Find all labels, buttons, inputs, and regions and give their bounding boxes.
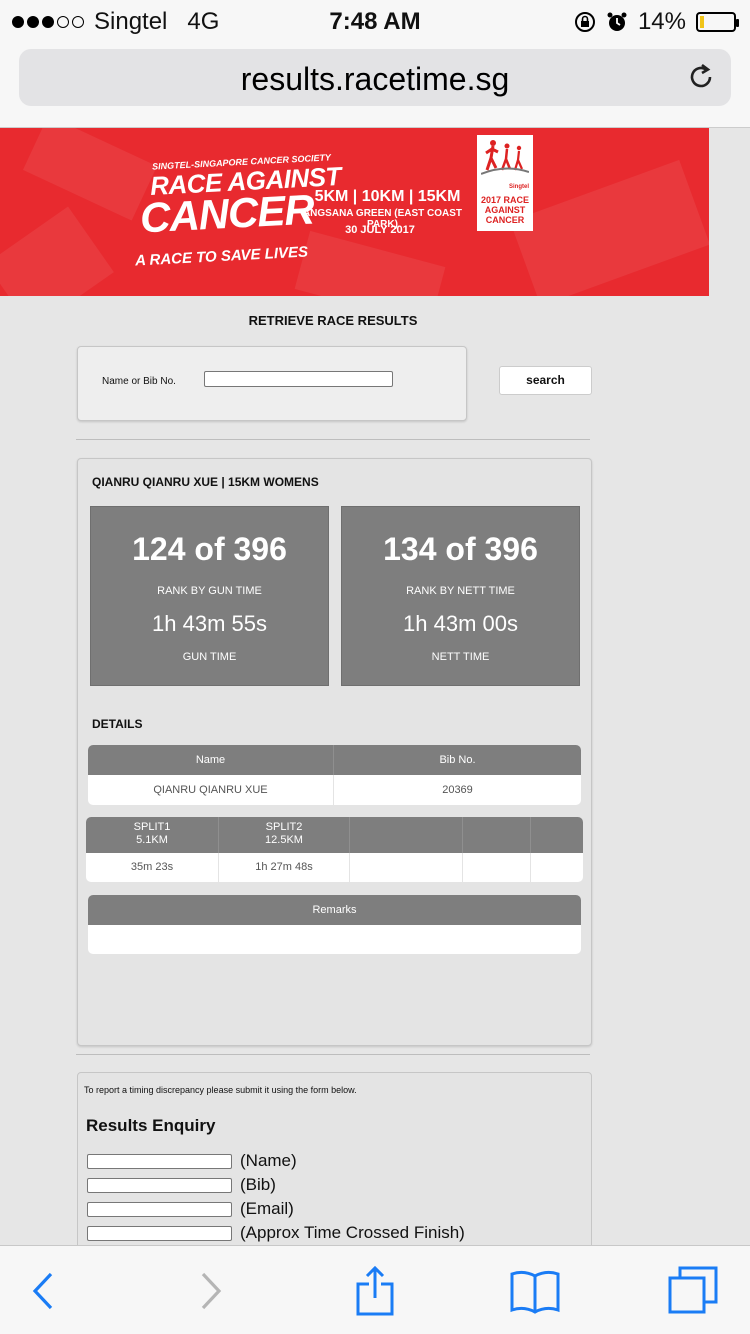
table-row [88,925,581,954]
split2-distance: 12.5KM [265,834,303,846]
banner-tagline: A RACE TO SAVE LIVES [134,243,309,270]
address-bar[interactable]: results.racetime.sg [19,49,731,106]
enquiry-bib-label: (Bib) [240,1175,276,1194]
remarks-table: Remarks [88,895,581,954]
share-icon[interactable] [350,1266,400,1316]
enquiry-name-field[interactable] [87,1153,232,1169]
enquiry-name-label: (Name) [240,1151,297,1170]
battery-percent: 14% [637,8,686,35]
divider [76,439,590,440]
nett-time-label: NETT TIME [431,651,490,663]
enquiry-email-label: (Email) [240,1199,294,1218]
cell-split3 [350,853,463,882]
header-split4 [463,817,531,853]
table-header: Name Bib No. [88,745,581,775]
event-banner: SINGTEL-SINGAPORE CANCER SOCIETY RACE AG… [0,128,709,296]
page-title: RETRIEVE RACE RESULTS [248,313,418,328]
banner-title-line2: CANCER [138,185,315,242]
nett-time-card: 134 of 396 RANK BY NETT TIME 1h 43m 00s … [341,506,580,686]
enquiry-time-field[interactable] [87,1225,232,1241]
url-text[interactable]: results.racetime.sg [19,61,731,98]
nett-time: 1h 43m 00s [403,611,518,636]
enquiry-title: Results Enquiry [86,1116,216,1135]
table-header: SPLIT1 5.1KM SPLIT2 12.5KM [86,817,583,853]
enquiry-time-row: (Approx Time Crossed Finish) [87,1222,465,1244]
runner-title: QIANRU QIANRU XUE | 15KM WOMENS [92,475,319,489]
cell-split5 [531,853,583,882]
search-input[interactable] [204,371,393,387]
header-split2: SPLIT2 12.5KM [219,817,350,853]
runners-icon [481,138,529,176]
alarm-icon [607,12,627,31]
cell-name: QIANRU QIANRU XUE [88,775,334,805]
enquiry-bib-field[interactable] [87,1177,232,1193]
split2-name: SPLIT2 [265,821,303,833]
enquiry-name-row: (Name) [87,1150,297,1172]
header-split5 [531,817,583,853]
enquiry-email-row: (Email) [87,1198,294,1220]
details-table: Name Bib No. QIANRU QIANRU XUE 20369 [88,745,581,805]
back-icon[interactable] [18,1266,68,1316]
header-name: Name [88,745,334,775]
header-split1: SPLIT1 5.1KM [86,817,219,853]
orientation-lock-icon [574,12,595,32]
split1-distance: 5.1KM [136,834,168,846]
logo-small-text: Singtel [508,184,529,190]
enquiry-note: To report a timing discrepancy please su… [84,1085,357,1095]
status-bar: Singtel 4G 7:48 AM 14% [0,0,750,40]
status-right: 14% [574,8,739,36]
tabs-icon[interactable] [668,1266,718,1316]
gun-time-label: GUN TIME [182,651,237,663]
header-remarks: Remarks [312,904,357,916]
forward-icon[interactable] [186,1266,236,1316]
battery-level [700,16,705,28]
header-split3 [350,817,463,853]
gun-rank: 124 of 396 [132,531,287,567]
logo-text: 2017 RACE AGAINST CANCER [480,195,530,225]
gun-rank-label: RANK BY GUN TIME [157,585,262,597]
gun-time: 1h 43m 55s [152,611,267,636]
divider [76,1054,590,1055]
cell-bib: 20369 [442,784,473,796]
nett-rank: 134 of 396 [383,531,538,567]
result-panel: QIANRU QIANRU XUE | 15KM WOMENS 124 of 3… [77,458,592,1046]
splits-table: SPLIT1 5.1KM SPLIT2 12.5KM 35m 23s 1h 27… [86,817,583,882]
browser-toolbar [0,1245,750,1334]
cell-split4 [463,853,531,882]
enquiry-panel: To report a timing discrepancy please su… [77,1072,592,1262]
enquiry-time-label: (Approx Time Crossed Finish) [240,1223,465,1242]
search-label: Name or Bib No. [102,376,176,387]
table-row: 35m 23s 1h 27m 48s [86,853,583,882]
banner-date: 30 JULY 2017 [345,224,415,236]
browser-address-area: results.racetime.sg [0,40,750,128]
cell-split1: 35m 23s [86,853,219,882]
banner-distances: 5KM | 10KM | 15KM [314,188,461,205]
header-bib: Bib No. [439,754,476,766]
cell-split2: 1h 27m 48s [219,853,350,882]
nett-rank-label: RANK BY NETT TIME [406,585,515,597]
race-logo: Singtel 2017 RACE AGAINST CANCER [477,135,533,231]
table-row: QIANRU QIANRU XUE 20369 [88,775,581,805]
bookmarks-icon[interactable] [510,1266,560,1316]
table-header: Remarks [88,895,581,925]
details-heading: DETAILS [92,717,143,731]
enquiry-bib-row: (Bib) [87,1174,276,1196]
battery-icon [696,12,739,32]
search-button[interactable]: search [499,366,592,395]
reload-icon[interactable] [685,61,717,93]
gun-time-card: 124 of 396 RANK BY GUN TIME 1h 43m 55s G… [90,506,329,686]
cell-remarks [88,925,581,954]
enquiry-email-field[interactable] [87,1201,232,1217]
search-panel: Name or Bib No. [77,346,467,421]
split1-name: SPLIT1 [133,821,171,833]
